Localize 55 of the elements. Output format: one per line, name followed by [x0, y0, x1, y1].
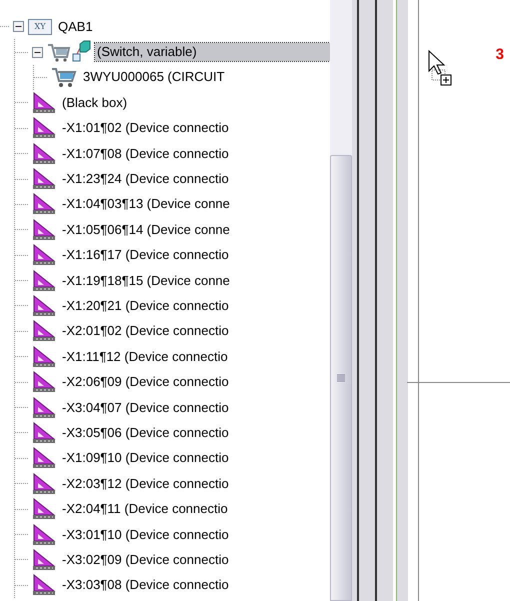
tree-item[interactable]: -X3:05¶06 (Device connectio: [60, 424, 231, 442]
tree-item[interactable]: -X1:01¶02 (Device connectio: [60, 119, 231, 138]
set-square-icon: [32, 396, 56, 419]
set-square-icon: [32, 244, 56, 266]
tree-item[interactable]: -X1:19¶18¶15 (Device conne: [60, 272, 232, 290]
drawing-canvas[interactable]: 3: [408, 0, 510, 601]
set-square-icon: [32, 472, 56, 495]
tree-item[interactable]: -X1:05¶06¶14 (Device conne: [60, 220, 232, 239]
collapse-icon[interactable]: [13, 21, 24, 32]
cart-icon: [51, 66, 77, 88]
cart-cube-icon: [47, 40, 91, 64]
set-square-icon: [32, 193, 56, 216]
set-square-icon: [32, 92, 56, 114]
set-square-icon: [32, 574, 56, 596]
tree-item[interactable]: -X2:03¶12 (Device connectio: [60, 474, 231, 493]
tree-item[interactable]: -X3:01¶10 (Device connectio: [60, 526, 231, 544]
set-square-icon: [32, 218, 56, 241]
splitter-bar[interactable]: [352, 0, 408, 601]
tree-item[interactable]: -X1:07¶08 (Device connectio: [60, 144, 231, 163]
tree-item[interactable]: -X3:02¶09 (Device connectio: [60, 550, 231, 569]
scrollbar-thumb[interactable]: [330, 155, 352, 601]
tree-item[interactable]: -X2:01¶02 (Device connectio: [60, 322, 231, 340]
set-square-icon: [32, 422, 56, 444]
xy-icon: XY: [28, 18, 52, 35]
set-square-icon: [32, 168, 56, 190]
tree-item[interactable]: -X1:04¶03¶13 (Device conne: [60, 195, 232, 214]
tree-item[interactable]: -X3:04¶07 (Device connectio: [60, 398, 231, 417]
set-square-icon: [32, 548, 56, 571]
collapse-icon[interactable]: [32, 46, 43, 58]
tree-item[interactable]: -X1:16¶17 (Device connectio: [60, 246, 231, 264]
tree-item[interactable]: (Black box): [60, 94, 130, 112]
tree-item[interactable]: -X1:11¶12 (Device connectio: [60, 348, 230, 366]
set-square-icon: [32, 371, 56, 394]
set-square-icon: [32, 346, 56, 368]
set-square-icon: [32, 524, 56, 546]
tree-item[interactable]: -X1:20¶21 (Device connectio: [60, 296, 231, 315]
set-square-icon: [32, 320, 56, 342]
tree-item[interactable]: -X2:04¶11 (Device connectio: [60, 500, 230, 518]
scrollbar-track[interactable]: [330, 0, 352, 601]
tree-item[interactable]: -X1:09¶10 (Device connectio: [60, 449, 231, 468]
drag-copy-cursor-icon: [428, 50, 454, 86]
tree-item[interactable]: -X2:06¶09 (Device connectio: [60, 373, 231, 392]
tree-item[interactable]: -X3:03¶08 (Device connectio: [60, 576, 231, 594]
set-square-icon: [32, 270, 56, 292]
tree-item[interactable]: (Switch, variable): [95, 43, 330, 62]
grip-icon: [337, 374, 345, 382]
tree-item[interactable]: -X1:23¶24 (Device connectio: [60, 170, 231, 188]
set-square-icon: [32, 117, 56, 140]
set-square-icon: [32, 142, 56, 165]
set-square-icon: [32, 447, 56, 470]
set-square-icon: [32, 498, 56, 520]
tree-item[interactable]: QAB1: [56, 18, 95, 36]
tree-item[interactable]: 3WYU000065 (CIRCUIT: [81, 68, 227, 86]
marker-number: 3: [496, 45, 504, 65]
set-square-icon: [32, 294, 56, 317]
